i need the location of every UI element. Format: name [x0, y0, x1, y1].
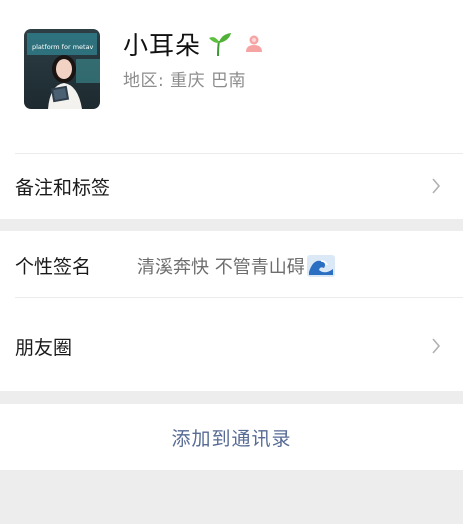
region-text: 地区: 重庆 巴南 [123, 66, 246, 91]
female-icon [243, 33, 265, 55]
signature-row: 个性签名 清溪奔快 不管青山碍 [0, 231, 463, 297]
moments-row[interactable]: 朋友圈 [0, 298, 463, 391]
moments-label: 朋友圈 [15, 337, 73, 359]
region-label: 地区: [123, 71, 171, 91]
profile-card: platform for metav 小耳朵 地区: 重庆 巴南 备注和标签 [0, 0, 463, 219]
signature-label: 个性签名 [15, 256, 92, 278]
info-card: 个性签名 清溪奔快 不管青山碍 朋友圈 [0, 231, 463, 391]
signature-value: 清溪奔快 不管青山碍 [137, 253, 335, 279]
avatar-screen-text: platform for metav [32, 43, 94, 51]
remark-and-tags-label: 备注和标签 [15, 177, 111, 199]
name-row: 小耳朵 [123, 26, 265, 62]
remark-and-tags-row[interactable]: 备注和标签 [0, 154, 463, 219]
profile-name: 小耳朵 [123, 31, 202, 60]
region-value: 重庆 巴南 [170, 71, 247, 91]
chevron-right-icon [431, 338, 441, 354]
signature-text: 清溪奔快 不管青山碍 [137, 257, 305, 278]
add-to-contacts-label: 添加到通讯录 [171, 427, 292, 450]
add-to-contacts-button[interactable]: 添加到通讯录 [0, 404, 463, 470]
avatar[interactable]: platform for metav [24, 29, 100, 109]
wave-icon [306, 255, 335, 277]
chevron-right-icon [431, 178, 441, 194]
sprout-icon [205, 31, 233, 57]
